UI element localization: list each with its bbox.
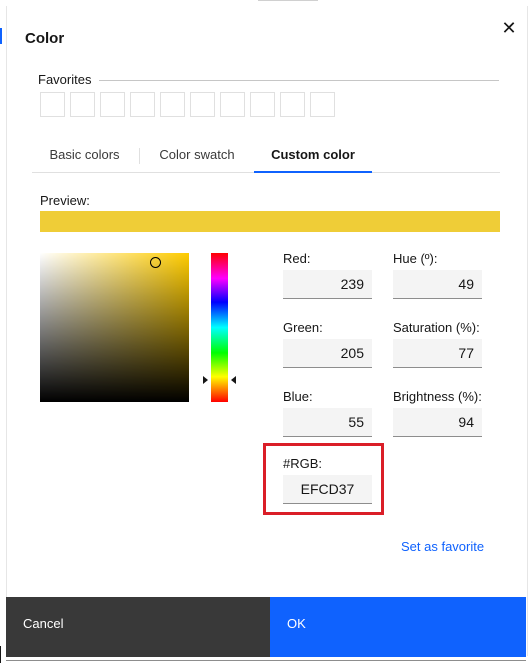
blue-label: Blue:	[283, 389, 313, 404]
red-input[interactable]: 239	[283, 270, 372, 299]
hue-slider-handle-left[interactable]	[203, 376, 208, 384]
favorite-slot[interactable]	[100, 92, 125, 117]
saturation-brightness-picker[interactable]	[40, 253, 189, 402]
hue-input[interactable]: 49	[393, 270, 482, 299]
left-edge-artifact-bottom	[0, 646, 1, 663]
rgb-highlight-box	[263, 443, 384, 515]
dialog-footer: Cancel OK	[6, 597, 526, 657]
favorites-label: Favorites	[38, 72, 92, 87]
favorites-slots	[40, 92, 335, 117]
tab-basic-colors[interactable]: Basic colors	[32, 142, 137, 171]
favorite-slot[interactable]	[40, 92, 65, 117]
sv-marker-handle[interactable]	[150, 257, 161, 268]
favorite-slot[interactable]	[220, 92, 245, 117]
hue-slider[interactable]	[211, 253, 228, 402]
preview-label: Preview:	[40, 193, 90, 208]
saturation-label: Saturation (%):	[393, 320, 480, 335]
saturation-input[interactable]: 77	[393, 339, 482, 368]
tab-separator	[139, 148, 140, 164]
favorite-slot[interactable]	[130, 92, 155, 117]
red-label: Red:	[283, 251, 311, 266]
green-input[interactable]: 205	[283, 339, 372, 368]
hue-label: Hue (º):	[393, 251, 438, 266]
blue-input[interactable]: 55	[283, 408, 372, 437]
left-edge-artifact	[0, 28, 2, 44]
brightness-label: Brightness (%):	[393, 389, 482, 404]
favorite-slot[interactable]	[190, 92, 215, 117]
color-tabs: Basic colors Color swatch Custom color	[32, 142, 500, 173]
tab-custom-color[interactable]: Custom color	[254, 142, 372, 173]
favorite-slot[interactable]	[310, 92, 335, 117]
set-as-favorite-link[interactable]: Set as favorite	[401, 539, 484, 554]
cancel-button[interactable]: Cancel	[6, 597, 270, 657]
ok-button[interactable]: OK	[270, 597, 526, 657]
bottom-border	[6, 660, 526, 661]
favorite-slot[interactable]	[250, 92, 275, 117]
favorite-slot[interactable]	[70, 92, 95, 117]
sv-black-gradient	[40, 253, 189, 402]
favorite-slot[interactable]	[160, 92, 185, 117]
tab-color-swatch[interactable]: Color swatch	[142, 142, 252, 171]
green-label: Green:	[283, 320, 323, 335]
brightness-input[interactable]: 94	[393, 408, 482, 437]
favorites-divider	[99, 80, 499, 81]
close-icon[interactable]: ✕	[497, 16, 521, 40]
color-preview	[40, 211, 500, 232]
hue-slider-handle-right[interactable]	[231, 376, 236, 384]
favorite-slot[interactable]	[280, 92, 305, 117]
top-edge-artifact	[258, 0, 318, 5]
dialog-title: Color	[25, 30, 65, 47]
